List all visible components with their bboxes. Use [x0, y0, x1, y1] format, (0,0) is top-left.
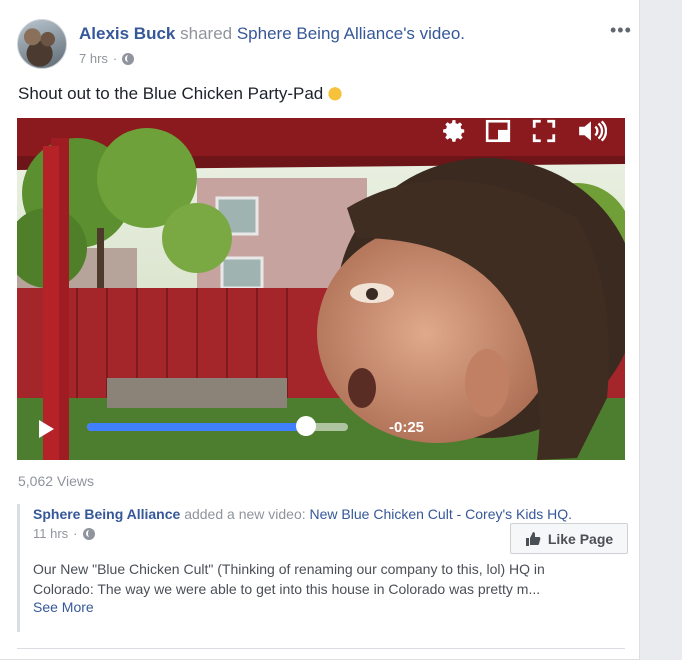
meta-separator: ·: [73, 526, 78, 541]
pip-icon[interactable]: [485, 118, 511, 144]
play-icon[interactable]: [39, 420, 54, 438]
post-meta: 7 hrs ·: [79, 51, 135, 66]
shared-description: Our New "Blue Chicken Cult" (Thinking of…: [33, 561, 545, 597]
post-header: Alexis Buck shared Sphere Being Alliance…: [79, 24, 465, 44]
author-link[interactable]: Alexis Buck: [79, 24, 175, 43]
shared-video-title-link[interactable]: New Blue Chicken Cult - Corey's Kids HQ.: [310, 506, 573, 522]
video-link[interactable]: 's video.: [403, 24, 465, 43]
view-count: 5,062 Views: [18, 473, 95, 489]
progress-handle[interactable]: [296, 416, 317, 436]
shared-text: shared: [180, 24, 233, 43]
shared-timestamp[interactable]: 11 hrs: [33, 526, 68, 541]
video-player[interactable]: -0:25: [17, 118, 625, 460]
avatar[interactable]: [17, 19, 67, 69]
waving-hand-emoji: [327, 85, 344, 101]
globe-icon[interactable]: [82, 527, 95, 540]
post-status: Shout out to the Blue Chicken Party-Pad: [18, 84, 344, 104]
post-timestamp[interactable]: 7 hrs: [79, 51, 108, 66]
globe-icon[interactable]: [122, 52, 135, 65]
shared-meta: 11 hrs ·: [33, 526, 95, 541]
divider: [17, 648, 625, 649]
shared-page-link[interactable]: Sphere Being Alliance: [33, 506, 180, 522]
video-controls: -0:25: [17, 118, 625, 460]
shared-attachment: Sphere Being Alliance added a new video:…: [17, 504, 628, 632]
meta-separator: ·: [112, 51, 118, 66]
progress-fill: [87, 423, 307, 431]
settings-icon[interactable]: [441, 118, 467, 144]
page-link[interactable]: Sphere Being Alliance: [237, 24, 403, 43]
shared-header: Sphere Being Alliance added a new video:…: [33, 506, 572, 522]
remaining-time: -0:25: [389, 419, 425, 436]
see-more-link[interactable]: See More: [33, 599, 94, 615]
more-options-icon[interactable]: •••: [610, 20, 632, 41]
status-text: Shout out to the Blue Chicken Party-Pad: [18, 84, 324, 103]
like-page-button[interactable]: Like Page: [510, 523, 628, 554]
fullscreen-icon[interactable]: [531, 118, 557, 144]
post-card: Alexis Buck shared Sphere Being Alliance…: [0, 0, 640, 660]
shared-action-text: added a new video:: [184, 506, 306, 522]
like-page-label: Like Page: [547, 530, 614, 547]
thumbs-up-icon: [525, 531, 541, 546]
volume-icon[interactable]: [577, 118, 607, 144]
